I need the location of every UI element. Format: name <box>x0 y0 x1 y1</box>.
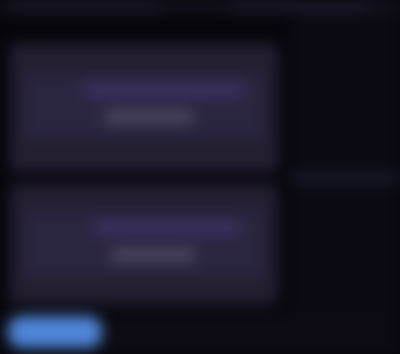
card-1-action[interactable] <box>104 110 194 124</box>
card-2-action[interactable] <box>110 248 196 262</box>
primary-button[interactable] <box>8 316 102 348</box>
card-2-content <box>24 210 264 276</box>
side-pane-strip <box>290 172 400 184</box>
card-2-highlight-row[interactable] <box>94 220 240 236</box>
app-window <box>0 0 400 354</box>
card-2 <box>10 184 278 304</box>
side-pane <box>290 12 400 354</box>
tab-secondary[interactable] <box>230 1 370 11</box>
card-1-highlight-row[interactable] <box>84 82 244 98</box>
card-1-content <box>24 74 264 138</box>
top-bar <box>0 0 400 12</box>
tab-primary[interactable] <box>10 1 160 11</box>
card-1 <box>10 44 278 172</box>
